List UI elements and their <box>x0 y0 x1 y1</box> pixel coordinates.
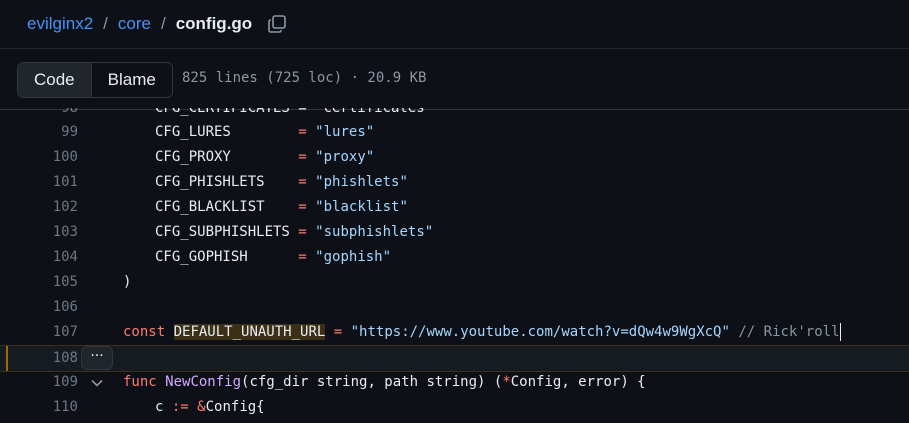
identifier: CFG_BLACKLIST <box>155 199 265 215</box>
identifier: CFG_PHISHLETS <box>155 174 265 190</box>
operator: = <box>333 324 343 340</box>
code-line: 102 CFG_BLACKLIST = "blacklist" <box>0 195 909 220</box>
code-text: CFG_PHISHLETS = "phishlets" <box>155 174 408 190</box>
code-text: CFG_BLACKLIST = "blacklist" <box>155 199 408 215</box>
code-line: 110 c := &Config{ <box>0 395 909 420</box>
line-number[interactable]: 106 <box>0 295 78 320</box>
line-number[interactable]: 101 <box>0 170 78 195</box>
pointer-operator: * <box>502 374 511 390</box>
line-number[interactable]: 108 <box>0 346 78 371</box>
return-types: Config, error) { <box>510 374 646 390</box>
view-toggle: Code Blame <box>17 62 173 98</box>
kebab-horizontal-icon: ··· <box>90 348 104 364</box>
code-text: func NewConfig(cfg_dir string, path stri… <box>123 370 646 395</box>
breadcrumb-current-file: config.go <box>175 14 253 33</box>
breadcrumb-separator: / <box>103 14 108 33</box>
padding <box>265 199 299 215</box>
code-text: CFG_PROXY = "proxy" <box>155 149 375 165</box>
string-literal: "https://www.youtube.com/watch?v=dQw4w9W… <box>350 324 730 340</box>
keyword: const <box>123 324 166 340</box>
line-number[interactable]: 104 <box>0 245 78 270</box>
string-literal: "subphishlets" <box>315 224 434 240</box>
code-view: 98 CFG_CERTIFICATES = "certificates" 99 … <box>0 108 909 423</box>
line-number[interactable]: 105 <box>0 270 78 295</box>
string-literal: "blacklist" <box>315 199 408 215</box>
file-header: evilginx2 / core / config.go <box>0 0 909 49</box>
breadcrumb-separator: / <box>160 14 166 33</box>
padding <box>231 149 298 165</box>
highlighted-identifier: DEFAULT_UNAUTH_URL <box>173 324 326 340</box>
identifier: CFG_LURES <box>155 124 231 140</box>
line-number[interactable]: 102 <box>0 195 78 220</box>
line-number[interactable]: 109 <box>0 370 78 395</box>
struct-literal: Config{ <box>205 399 265 415</box>
file-toolbar: Code Blame <box>0 49 909 110</box>
address-operator: & <box>197 399 206 415</box>
copy-path-button[interactable] <box>266 13 288 35</box>
padding <box>248 249 299 265</box>
code-line: 99 CFG_LURES = "lures" <box>0 120 909 145</box>
code-text: ) <box>123 274 132 290</box>
code-line: 101 CFG_PHISHLETS = "phishlets" <box>0 170 909 195</box>
line-number[interactable]: 103 <box>0 220 78 245</box>
breadcrumb: evilginx2 / core / config.go <box>27 12 288 36</box>
code-text: CFG_LURES = "lures" <box>155 124 375 140</box>
identifier: CFG_GOPHISH <box>155 249 248 265</box>
breadcrumb-folder-link[interactable]: core <box>118 14 151 34</box>
identifier: CFG_PROXY <box>155 149 231 165</box>
file-info: 825 lines (725 loc) · 20.9 KB <box>182 70 427 86</box>
keyword: func <box>123 374 157 390</box>
chevron-down-icon[interactable] <box>90 376 104 390</box>
string-literal: "lures" <box>315 124 375 140</box>
function-name: NewConfig <box>165 374 242 390</box>
code-text: c := &Config{ <box>155 395 265 420</box>
code-line: 104 CFG_GOPHISH = "gophish" <box>0 245 909 270</box>
line-options-button[interactable]: ··· <box>81 346 113 370</box>
code-line: 106 <box>0 295 909 320</box>
identifier: c <box>155 399 164 415</box>
code-line: 105 ) <box>0 270 909 295</box>
operator: := <box>171 399 189 415</box>
code-tab[interactable]: Code <box>18 63 92 97</box>
padding <box>231 124 298 140</box>
identifier: CFG_SUBPHISHLETS <box>155 224 290 240</box>
line-number[interactable]: 110 <box>0 395 78 420</box>
string-literal: "phishlets" <box>315 174 408 190</box>
comment: // Rick'roll <box>738 324 840 340</box>
code-text: const DEFAULT_UNAUTH_URL = "https://www.… <box>123 320 841 345</box>
line-number[interactable]: 107 <box>0 320 78 345</box>
code-line: 100 CFG_PROXY = "proxy" <box>0 145 909 170</box>
text-cursor <box>839 323 841 341</box>
code-text: CFG_GOPHISH = "gophish" <box>155 249 392 265</box>
padding <box>265 174 299 190</box>
params: (cfg_dir string, path string) ( <box>241 374 503 390</box>
code-line: 109 func NewConfig(cfg_dir string, path … <box>0 370 909 395</box>
string-literal: "proxy" <box>315 149 375 165</box>
line-number[interactable]: 100 <box>0 145 78 170</box>
line-number[interactable]: 99 <box>0 120 78 145</box>
copy-icon <box>268 15 286 33</box>
blame-tab[interactable]: Blame <box>91 63 172 97</box>
string-literal: "gophish" <box>315 249 392 265</box>
code-text: CFG_SUBPHISHLETS = "subphishlets" <box>155 224 434 240</box>
code-line-active: 108 ··· <box>0 345 909 372</box>
code-line: 107 const DEFAULT_UNAUTH_URL = "https://… <box>0 320 909 345</box>
breadcrumb-repo-link[interactable]: evilginx2 <box>27 14 93 34</box>
code-line: 103 CFG_SUBPHISHLETS = "subphishlets" <box>0 220 909 245</box>
